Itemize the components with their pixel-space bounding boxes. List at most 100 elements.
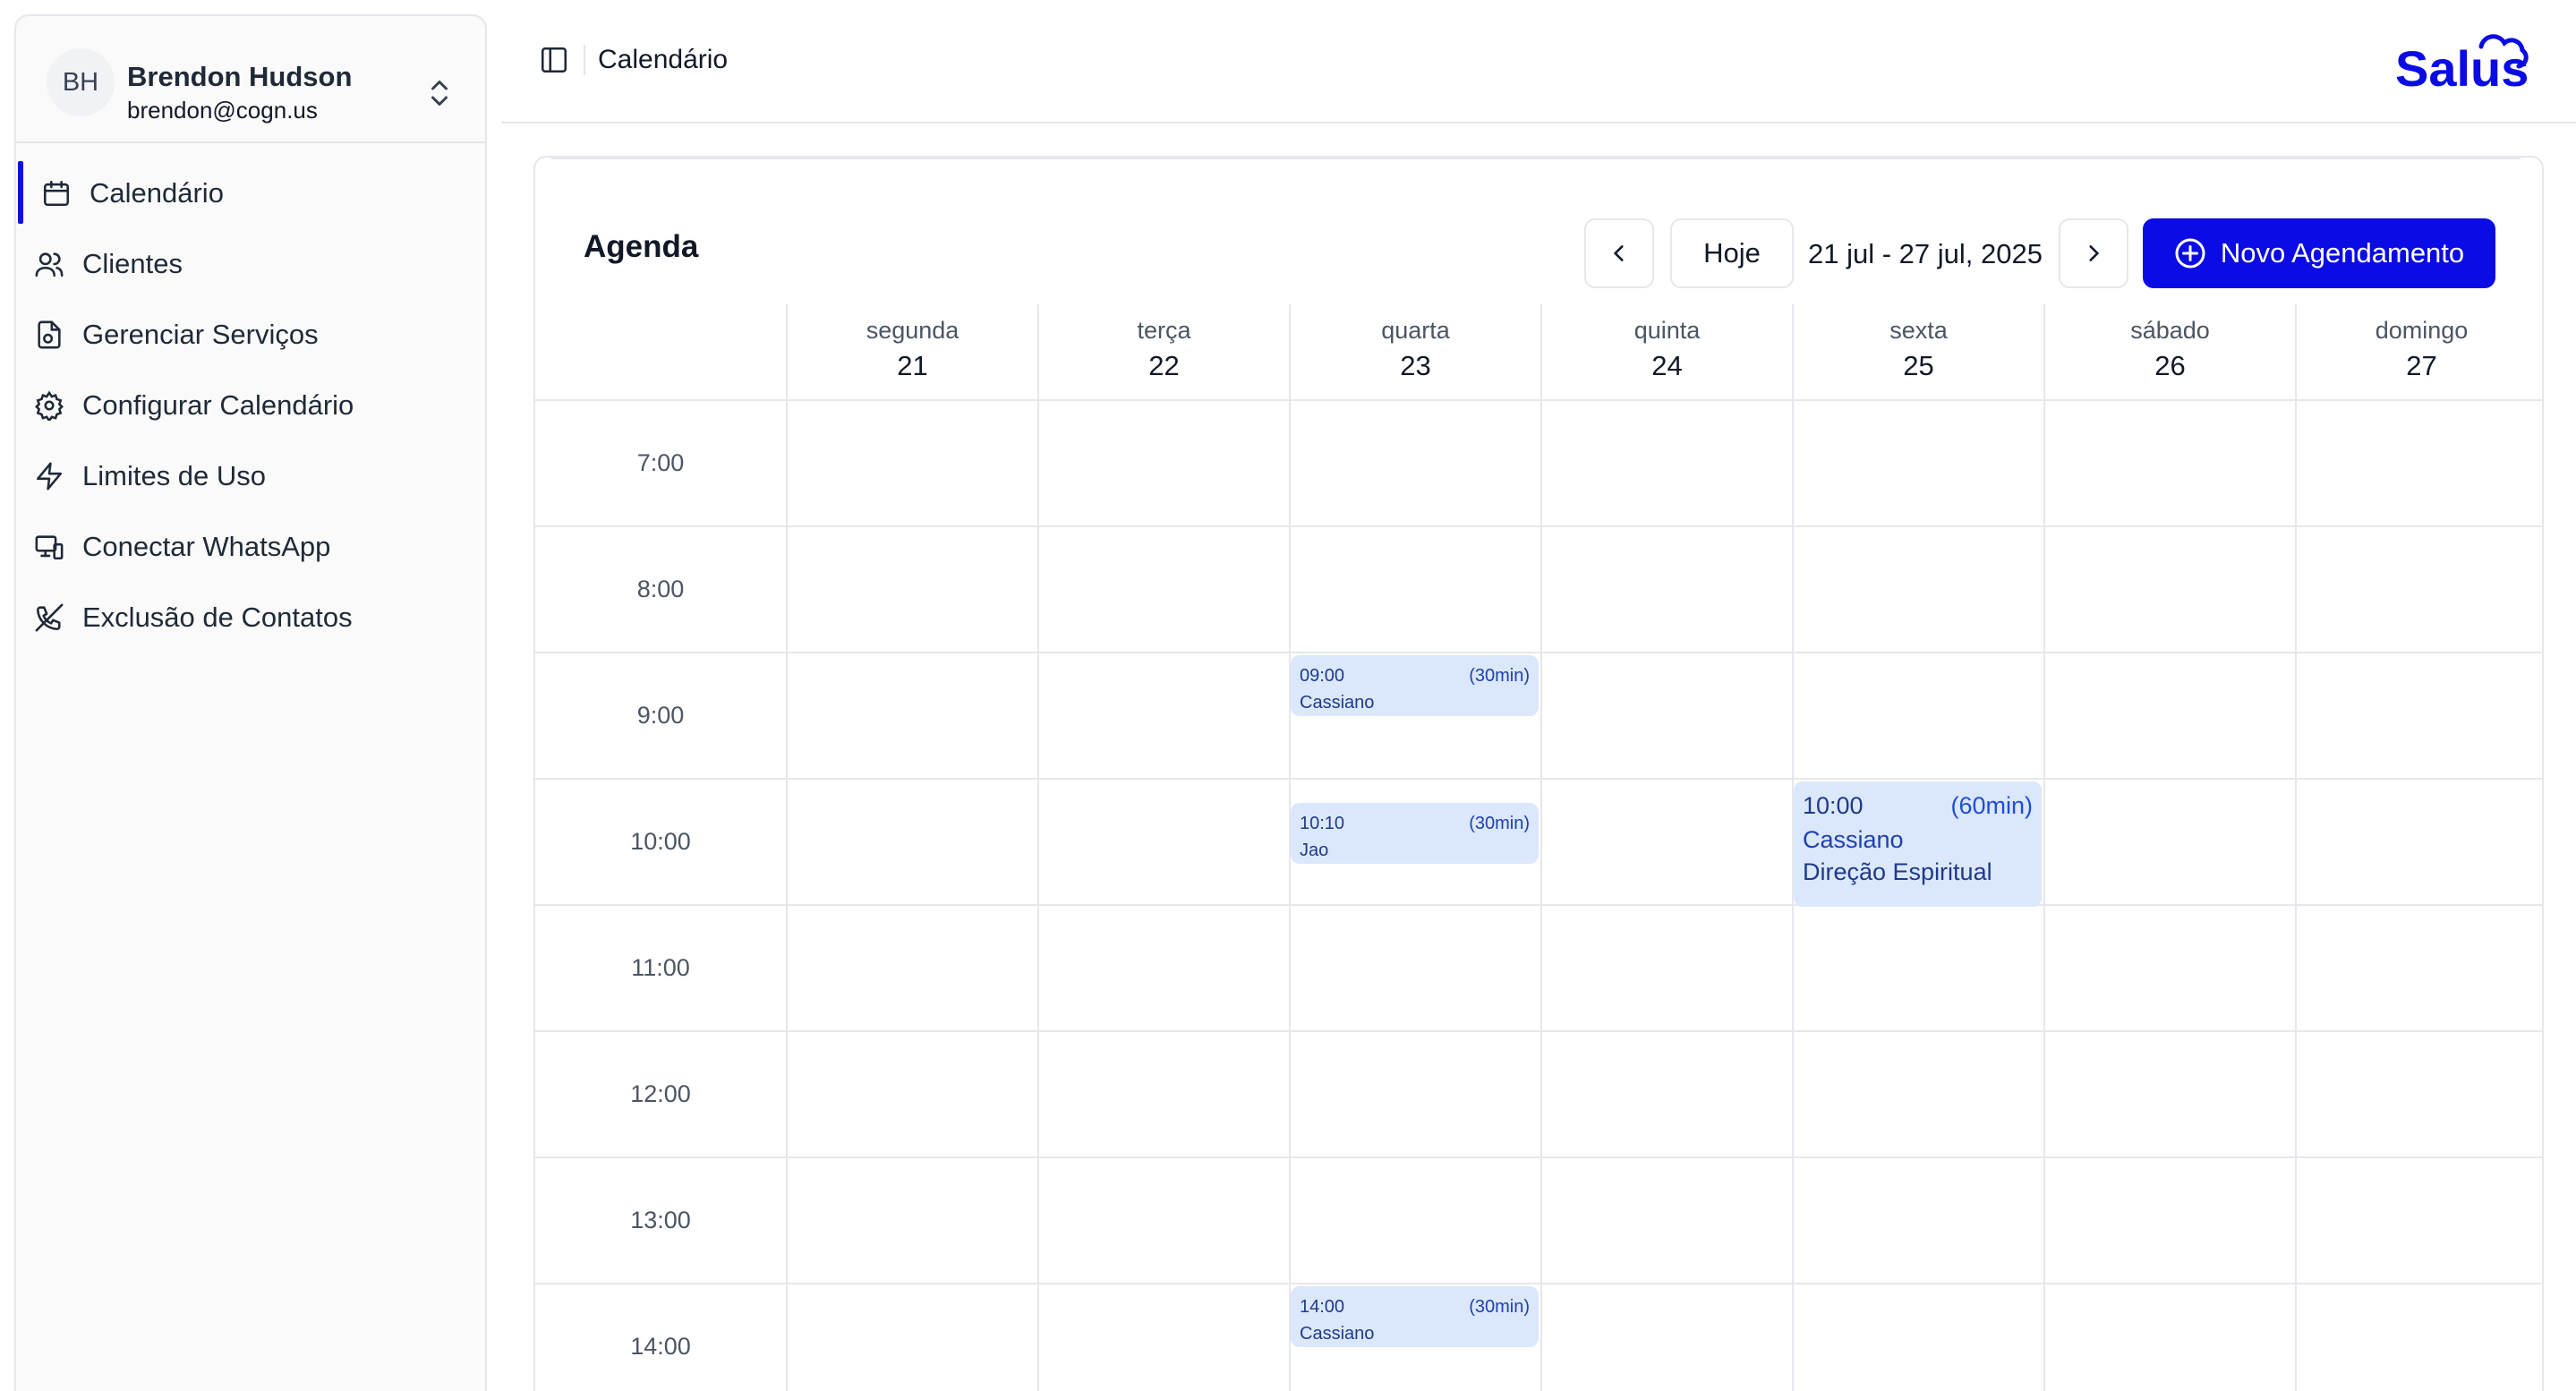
chevrons-up-down-icon[interactable] [426, 77, 453, 109]
day-header: segunda 21 [786, 304, 1037, 399]
time-slot[interactable] [1542, 527, 1792, 652]
time-slot[interactable] [2297, 780, 2542, 904]
sidebar-item-label: Clientes [82, 247, 183, 279]
file-settings-icon [38, 320, 61, 348]
time-slot[interactable] [2297, 1032, 2542, 1156]
sidebar-item-limites-de-uso[interactable]: Limites de Uso [16, 440, 485, 511]
time-slot[interactable] [788, 906, 1037, 1030]
sidebar-item-clientes[interactable]: Clientes [16, 228, 485, 299]
time-slot[interactable] [1542, 780, 1792, 904]
time-slot[interactable] [2297, 1158, 2542, 1283]
time-slot[interactable] [2297, 527, 2542, 652]
sidebar: BH Brendon Hudson brendon@cogn.us Calend… [14, 14, 487, 1391]
time-slot[interactable] [1039, 1032, 1289, 1156]
day-number: 27 [2406, 350, 2437, 381]
sidebar-item-configurar-calendario[interactable]: Configurar Calendário [16, 370, 485, 440]
sidebar-item-exclusao-de-contatos[interactable]: Exclusão de Contatos [16, 582, 485, 653]
time-slot[interactable] [1039, 1158, 1289, 1283]
time-slot[interactable] [788, 527, 1037, 652]
time-slot[interactable] [1291, 401, 1540, 525]
day-number: 26 [2154, 350, 2186, 381]
day-name: terça [1137, 317, 1191, 344]
header-divider [584, 45, 585, 75]
time-slot[interactable] [1542, 401, 1792, 525]
day-header: quarta 23 [1289, 304, 1540, 399]
date-range-label: 21 jul - 27 jul, 2025 [1808, 238, 2043, 269]
time-slot[interactable] [2045, 527, 2295, 652]
time-slot[interactable] [2297, 906, 2542, 1030]
time-slot[interactable] [1794, 906, 2043, 1030]
time-slot[interactable] [1291, 527, 1540, 652]
time-slot[interactable] [2297, 401, 2542, 525]
time-slot[interactable] [2045, 1158, 2295, 1283]
sidebar-item-calendario[interactable]: Calendário [16, 158, 485, 228]
day-number: 22 [1148, 350, 1180, 381]
time-slot[interactable] [1039, 906, 1289, 1030]
event-client: Jao [1300, 840, 1329, 860]
time-slot[interactable] [1542, 1158, 1792, 1283]
time-slot[interactable] [1794, 1284, 2043, 1391]
time-slot[interactable] [1291, 906, 1540, 1030]
time-slot[interactable] [2045, 1032, 2295, 1156]
sidebar-item-label: Limites de Uso [82, 459, 267, 491]
time-slot[interactable] [1794, 1158, 2043, 1283]
time-slot[interactable] [788, 1284, 1037, 1391]
sidebar-toggle-icon[interactable] [539, 45, 569, 75]
time-slot[interactable] [1039, 401, 1289, 525]
time-slot[interactable] [2045, 906, 2295, 1030]
prev-week-button[interactable] [1584, 218, 1654, 288]
time-slot[interactable] [2045, 780, 2295, 904]
column-divider [2295, 304, 2297, 1391]
time-slot[interactable] [1291, 1032, 1540, 1156]
hour-row: 8:00 [535, 527, 2542, 653]
day-number: 23 [1400, 350, 1431, 381]
new-appointment-label: Novo Agendamento [2220, 237, 2465, 269]
event-duration: (30min) [1469, 1297, 1530, 1317]
appointment-event[interactable]: 09:00 (30min) Cassiano [1291, 655, 1539, 716]
sidebar-item-conectar-whatsapp[interactable]: Conectar WhatsApp [16, 511, 485, 582]
day-number: 21 [897, 350, 928, 381]
hour-label: 13:00 [630, 1207, 691, 1233]
time-slot[interactable] [1542, 906, 1792, 1030]
time-slot[interactable] [1794, 527, 2043, 652]
time-slot[interactable] [1291, 1158, 1540, 1283]
time-slot[interactable] [1039, 653, 1289, 778]
time-slot[interactable] [2045, 401, 2295, 525]
column-divider [1540, 304, 1542, 1391]
appointment-event[interactable]: 10:10 (30min) Jao [1291, 802, 1539, 864]
time-slot[interactable] [1039, 780, 1289, 904]
time-slot[interactable] [1039, 1284, 1289, 1391]
time-slot[interactable] [2045, 1284, 2295, 1391]
sidebar-item-gerenciar-servicos[interactable]: Gerenciar Serviços [16, 299, 485, 370]
time-slot[interactable] [788, 780, 1037, 904]
time-slot[interactable] [788, 1032, 1037, 1156]
today-button[interactable]: Hoje [1670, 218, 1794, 288]
time-slot[interactable] [788, 1158, 1037, 1283]
appointment-event[interactable]: 14:00 (30min) Cassiano [1291, 1286, 1539, 1347]
hour-label: 9:00 [636, 702, 685, 729]
sidebar-item-label: Configurar Calendário [82, 388, 354, 421]
time-slot[interactable] [788, 401, 1037, 525]
time-slot[interactable] [2297, 653, 2542, 778]
day-name: quarta [1381, 317, 1450, 344]
day-name: domingo [2375, 317, 2469, 344]
user-switcher[interactable]: BH Brendon Hudson brendon@cogn.us [16, 16, 485, 143]
time-slot[interactable] [1542, 1032, 1792, 1156]
column-divider [786, 304, 788, 1391]
time-slot[interactable] [788, 653, 1037, 778]
time-slot[interactable] [1794, 401, 2043, 525]
time-slot[interactable] [2297, 1284, 2542, 1391]
time-slot[interactable] [1542, 1284, 1792, 1391]
appointment-event[interactable]: 10:00 (60min) Cassiano Direção Espiritual [1794, 781, 2042, 907]
time-slot[interactable] [2045, 653, 2295, 778]
day-number: 24 [1651, 350, 1683, 381]
hour-row: 13:00 [535, 1158, 2542, 1284]
hour-row: 9:00 [535, 653, 2542, 780]
next-week-button[interactable] [2059, 218, 2128, 288]
day-header: domingo 27 [2295, 304, 2542, 399]
time-slot[interactable] [1039, 527, 1289, 652]
time-slot[interactable] [1794, 1032, 2043, 1156]
time-slot[interactable] [1794, 653, 2043, 778]
time-slot[interactable] [1542, 653, 1792, 778]
new-appointment-button[interactable]: Novo Agendamento [2143, 218, 2495, 288]
